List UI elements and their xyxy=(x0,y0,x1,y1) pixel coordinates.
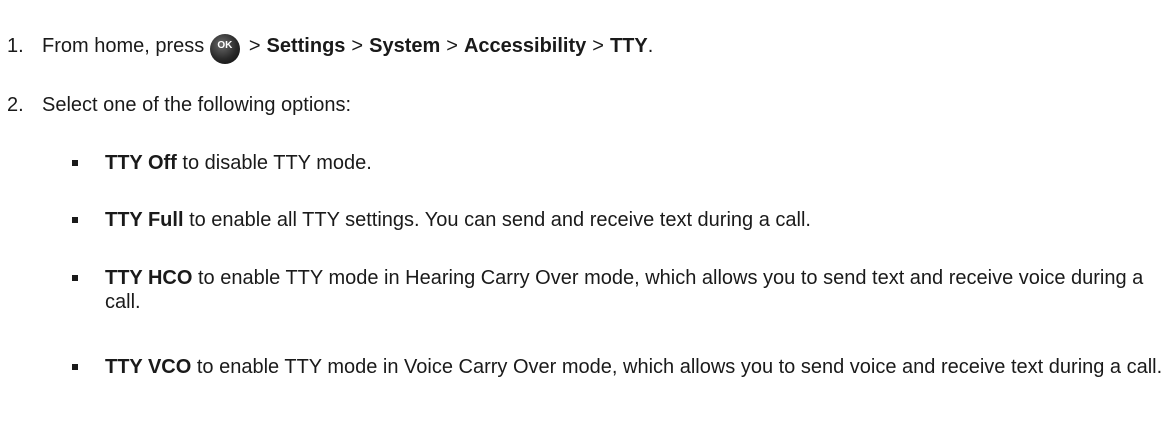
step-suffix: . xyxy=(647,35,654,57)
step-number: 2. xyxy=(7,94,24,116)
bullet-icon xyxy=(72,364,78,370)
option-name: TTY HCO xyxy=(105,267,193,289)
bullet-icon xyxy=(72,217,78,223)
option-description: to enable TTY mode in Hearing Carry Over… xyxy=(105,267,1144,313)
option-description: to enable TTY mode in Voice Carry Over m… xyxy=(191,356,1163,378)
option-name: TTY VCO xyxy=(105,356,192,378)
menu-path-tty: TTY xyxy=(609,35,648,57)
bullet-icon xyxy=(72,160,78,166)
step-prefix: From home, press xyxy=(42,35,205,57)
path-separator: > xyxy=(592,35,604,57)
step-text: From home, press OK > Settings > System > Acce… xyxy=(42,34,653,71)
path-separator: > xyxy=(351,35,364,57)
menu-path-settings: Settings xyxy=(266,35,346,57)
option-name: TTY Full xyxy=(105,209,184,231)
option-description: to disable TTY mode. xyxy=(176,152,372,174)
menu-path-system: System xyxy=(369,35,441,57)
step-number: 1. xyxy=(7,35,24,57)
ok-button-icon: OK xyxy=(209,34,240,64)
path-separator: > xyxy=(248,35,261,57)
bullet-icon xyxy=(72,275,78,281)
option-name: TTY Off xyxy=(105,152,177,174)
menu-path-accessibility: Accessibility xyxy=(463,35,587,57)
path-separator: > xyxy=(446,35,458,57)
option-description: to enable all TTY settings. You can send… xyxy=(183,209,811,231)
step-text: Select one of the following options: xyxy=(42,94,352,116)
